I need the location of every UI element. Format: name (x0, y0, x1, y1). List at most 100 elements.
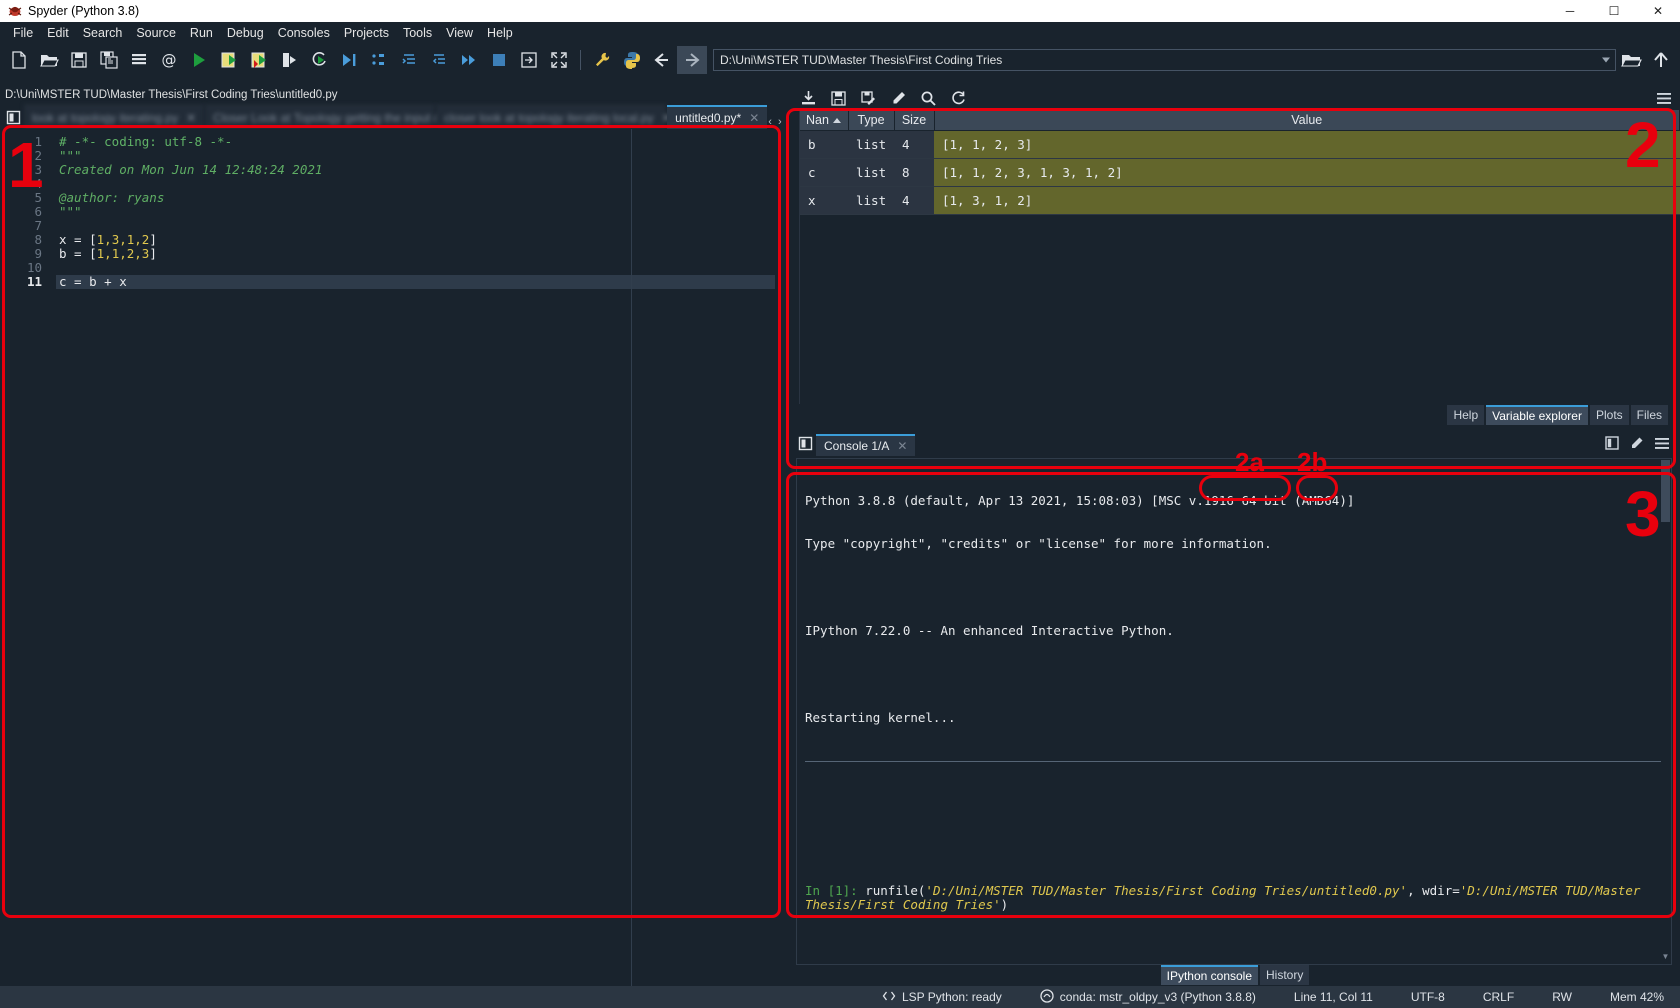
close-icon[interactable]: ✕ (897, 439, 907, 453)
editor-tab-untitled0[interactable]: untitled0.py* ✕ (667, 105, 768, 129)
remove-all-variables-icon[interactable] (1629, 436, 1644, 456)
minimize-button[interactable]: ─ (1548, 0, 1592, 22)
tab-history[interactable]: History (1260, 965, 1310, 986)
run-file-icon[interactable] (184, 46, 214, 74)
tab-ipython-console[interactable]: IPython console (1160, 965, 1259, 986)
line-number: 4 (34, 176, 42, 191)
variable-value[interactable]: [1, 1, 2, 3] (934, 130, 1680, 159)
menu-item-run[interactable]: Run (183, 24, 220, 42)
table-row[interactable]: c list 8 [1, 1, 2, 3, 1, 3, 1, 2] (800, 158, 1680, 187)
status-permission: RW (1552, 990, 1572, 1004)
save-file-icon[interactable] (64, 46, 94, 74)
stop-debug-icon[interactable] (484, 46, 514, 74)
console-output-area[interactable]: Python 3.8.8 (default, Apr 13 2021, 15:0… (796, 457, 1672, 965)
editor-tab[interactable]: look at topology iterating.py ✕ (24, 105, 205, 129)
close-icon[interactable]: ✕ (749, 111, 759, 125)
editor-tab[interactable]: Closer Look at Topology getting the inpu… (205, 105, 491, 129)
preferences-icon[interactable] (587, 46, 617, 74)
menu-item-tools[interactable]: Tools (396, 24, 439, 42)
menu-item-consoles[interactable]: Consoles (271, 24, 337, 42)
close-button[interactable]: ✕ (1636, 0, 1680, 22)
table-row[interactable]: b list 4 [1, 1, 2, 3] (800, 130, 1680, 159)
tab-help[interactable]: Help (1447, 404, 1485, 425)
menu-item-projects[interactable]: Projects (337, 24, 396, 42)
tab-files[interactable]: Files (1630, 404, 1668, 425)
ipython-console-pane: Console 1/A ✕ Python 3.8.8 (default, Apr… (788, 431, 1680, 986)
menu-item-source[interactable]: Source (129, 24, 183, 42)
column-header-type[interactable]: Type (848, 110, 895, 131)
run-cell-icon[interactable] (214, 46, 244, 74)
open-file-icon[interactable] (34, 46, 64, 74)
back-icon[interactable] (647, 46, 677, 74)
code-token: [ (89, 232, 97, 247)
maximize-pane-icon[interactable] (544, 46, 574, 74)
column-header-value[interactable]: Value (934, 110, 1680, 131)
options-menu-icon[interactable] (1656, 92, 1680, 105)
continue-icon[interactable] (454, 46, 484, 74)
variable-value[interactable]: [1, 1, 2, 3, 1, 3, 1, 2] (934, 158, 1680, 187)
browse-tabs-icon[interactable] (794, 432, 816, 456)
console-tab[interactable]: Console 1/A ✕ (816, 433, 916, 456)
code-editor[interactable]: 1 2 3 4 5 6 7 8 9 10 11 # -*- coding: ut… (0, 129, 784, 986)
new-file-icon[interactable] (4, 46, 34, 74)
save-all-icon[interactable] (94, 46, 124, 74)
status-conda: conda: mstr_oldpy_v3 (Python 3.8.8) (1040, 988, 1256, 1006)
menu-item-debug[interactable]: Debug (220, 24, 271, 42)
working-directory-field[interactable]: D:\Uni\MSTER TUD\Master Thesis\First Cod… (713, 48, 1616, 71)
forward-icon[interactable] (677, 45, 707, 74)
status-encoding: UTF-8 (1410, 990, 1445, 1004)
save-data-icon[interactable] (824, 87, 852, 109)
menu-item-search[interactable]: Search (76, 24, 130, 42)
options-menu-icon[interactable] (1654, 437, 1670, 455)
menu-item-file[interactable]: File (6, 24, 40, 42)
column-header-name[interactable]: Nan (800, 110, 849, 131)
step-into-icon[interactable] (394, 46, 424, 74)
step-return-icon[interactable] (424, 46, 454, 74)
maximize-button[interactable]: ☐ (1592, 0, 1636, 22)
menu-item-edit[interactable]: Edit (40, 24, 76, 42)
close-icon[interactable]: ✕ (186, 111, 196, 125)
line-number-current: 11 (26, 274, 42, 289)
console-divider (805, 760, 1663, 762)
remove-all-variables-icon[interactable] (884, 87, 912, 109)
editor-tab-label: closer look at topology iterating local.… (444, 110, 654, 125)
editor-scrollbar[interactable] (775, 129, 784, 986)
run-selection-icon[interactable] (274, 46, 304, 74)
console-scrollbar[interactable]: ▼ (1661, 459, 1670, 963)
variable-table-container[interactable]: Nan Type Size Value b list 4 [1, 1, 2, 3… (800, 110, 1680, 404)
line-number: 2 (34, 148, 42, 163)
run-cell-advance-icon[interactable] (244, 46, 274, 74)
scrollbar-thumb[interactable] (1661, 459, 1670, 522)
browse-tabs-icon[interactable] (2, 105, 24, 129)
debug-file-icon[interactable] (334, 46, 364, 74)
run-settings-icon[interactable] (514, 46, 544, 74)
menu-item-help[interactable]: Help (480, 24, 520, 42)
refresh-icon[interactable] (944, 87, 972, 109)
editor-tab[interactable]: closer look at topology iterating local.… (436, 105, 672, 129)
re-run-cell-icon[interactable] (304, 46, 334, 74)
file-switcher-icon[interactable] (124, 46, 154, 74)
pythonpath-icon[interactable] (617, 46, 647, 74)
code-text-area[interactable]: # -*- coding: utf-8 -*- """ Created on M… (50, 129, 784, 986)
open-folder-icon[interactable] (1616, 46, 1646, 74)
chevron-down-icon[interactable] (1602, 57, 1610, 62)
column-header-size[interactable]: Size (894, 110, 935, 131)
tab-next-icon[interactable]: › (778, 116, 782, 128)
step-over-icon[interactable] (364, 46, 394, 74)
find-symbol-icon[interactable]: @ (154, 46, 184, 74)
tab-prev-icon[interactable]: ‹ (768, 116, 772, 128)
tab-plots[interactable]: Plots (1589, 404, 1629, 425)
new-console-icon[interactable] (1605, 436, 1619, 455)
variable-value[interactable]: [1, 3, 1, 2] (934, 186, 1680, 215)
status-conda-label: conda: mstr_oldpy_v3 (Python 3.8.8) (1059, 990, 1256, 1004)
pane-splitter[interactable] (788, 110, 800, 404)
scroll-down-icon[interactable]: ▼ (1661, 952, 1670, 961)
line-number-gutter: 1 2 3 4 5 6 7 8 9 10 11 (0, 129, 50, 986)
table-row[interactable]: x list 4 [1, 3, 1, 2] (800, 186, 1680, 215)
import-data-icon[interactable] (794, 87, 822, 109)
search-icon[interactable] (914, 87, 942, 109)
up-arrow-icon[interactable] (1646, 46, 1676, 74)
tab-variable-explorer[interactable]: Variable explorer (1486, 404, 1588, 425)
save-data-as-icon[interactable] (854, 87, 882, 109)
menu-item-view[interactable]: View (439, 24, 480, 42)
